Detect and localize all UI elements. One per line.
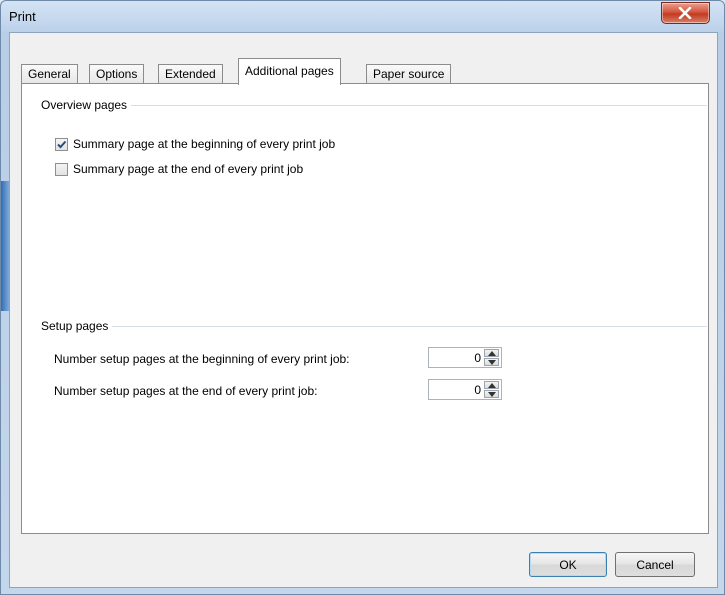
setup-end-up-button[interactable] <box>484 381 499 389</box>
setup-end-stepper[interactable]: 0 <box>428 379 502 400</box>
summary-end-label: Summary page at the end of every print j… <box>73 162 304 176</box>
overview-group-title: Overview pages <box>41 98 132 112</box>
window-title: Print <box>9 9 36 24</box>
summary-end-option[interactable]: Summary page at the end of every print j… <box>55 162 303 176</box>
arrow-up-icon <box>488 351 496 356</box>
setup-beginning-down-button[interactable] <box>484 358 499 366</box>
summary-beginning-option[interactable]: Summary page at the beginning of every p… <box>55 137 335 151</box>
overview-group-line <box>41 105 707 106</box>
ok-button[interactable]: OK <box>529 552 607 577</box>
summary-beginning-checkbox[interactable] <box>55 137 68 151</box>
summary-beginning-label: Summary page at the beginning of every p… <box>73 137 336 151</box>
arrow-down-icon <box>488 360 496 365</box>
close-button[interactable] <box>661 2 710 24</box>
tab-paper-source[interactable]: Paper source <box>366 64 452 84</box>
print-dialog-window: Print General Options Extended Additiona… <box>0 0 725 595</box>
summary-end-checkbox[interactable] <box>55 162 68 176</box>
arrow-down-icon <box>488 392 496 397</box>
checkmark-icon <box>57 140 67 148</box>
arrow-up-icon <box>488 383 496 388</box>
background-window-edge <box>1 181 9 311</box>
setup-end-value[interactable]: 0 <box>474 383 481 397</box>
close-icon <box>678 7 692 19</box>
tab-options[interactable]: Options <box>89 64 145 84</box>
setup-beginning-value[interactable]: 0 <box>474 351 481 365</box>
setup-beginning-label: Number setup pages at the beginning of e… <box>54 352 350 366</box>
tab-general[interactable]: General <box>21 64 78 84</box>
tab-extended[interactable]: Extended <box>158 64 223 84</box>
setup-end-down-button[interactable] <box>484 390 499 398</box>
setup-group-line <box>41 326 707 327</box>
cancel-button[interactable]: Cancel <box>615 552 695 577</box>
setup-end-label: Number setup pages at the end of every p… <box>54 384 318 398</box>
tab-additional-pages[interactable]: Additional pages <box>238 58 341 85</box>
setup-group-title: Setup pages <box>41 319 113 333</box>
setup-beginning-up-button[interactable] <box>484 349 499 357</box>
setup-beginning-stepper[interactable]: 0 <box>428 347 502 368</box>
